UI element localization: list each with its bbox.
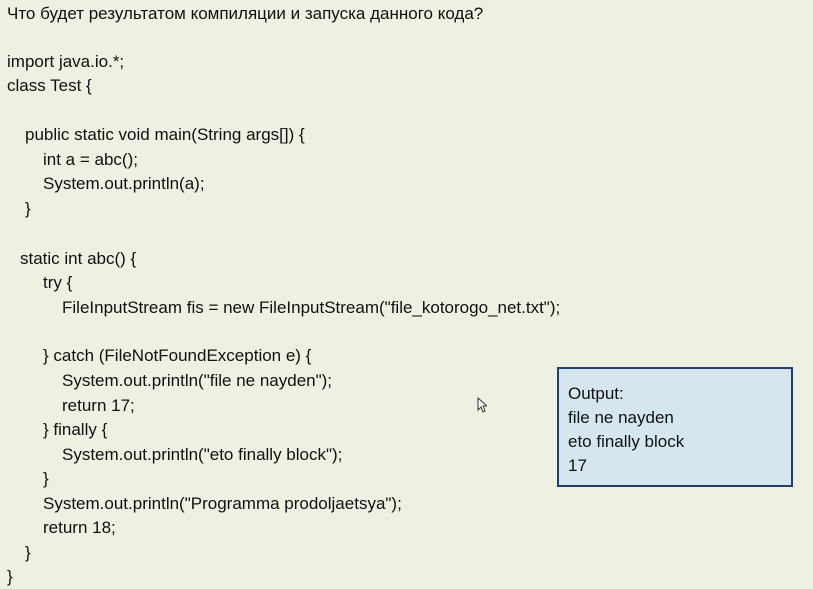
code-line: } xyxy=(25,199,31,218)
code-line: return 18; xyxy=(43,518,116,537)
code-line: System.out.println("file ne nayden"); xyxy=(62,371,333,390)
code-line: class Test { xyxy=(7,76,92,95)
output-line: file ne nayden xyxy=(568,408,674,427)
code-line: } xyxy=(7,567,13,586)
code-line: } finally { xyxy=(43,420,108,439)
code-line: } xyxy=(43,469,49,488)
question-text: Что будет результатом компиляции и запус… xyxy=(7,4,484,23)
mouse-pointer-icon xyxy=(477,397,487,413)
code-line: return 17; xyxy=(62,396,135,415)
slide: Что будет результатом компиляции и запус… xyxy=(0,0,813,589)
code-line: System.out.println(a); xyxy=(43,174,205,193)
code-line: System.out.println("eto finally block"); xyxy=(62,445,343,464)
code-line: System.out.println("Programma prodoljaet… xyxy=(43,494,402,513)
code-line: } catch (FileNotFoundException e) { xyxy=(43,346,312,365)
code-line: } xyxy=(25,543,31,562)
output-line: eto finally block xyxy=(568,432,685,451)
code-line: public static void main(String args[]) { xyxy=(25,125,305,144)
output-box: Output: file ne nayden eto finally block… xyxy=(557,367,793,487)
output-line: Output: xyxy=(568,384,624,403)
output-line: 17 xyxy=(568,456,587,475)
code-line: import java.io.*; xyxy=(7,52,125,71)
code-line: static int abc() { xyxy=(20,249,137,268)
code-line: FileInputStream fis = new FileInputStrea… xyxy=(62,298,561,317)
code-line: try { xyxy=(43,273,73,292)
code-line: int a = abc(); xyxy=(43,150,138,169)
